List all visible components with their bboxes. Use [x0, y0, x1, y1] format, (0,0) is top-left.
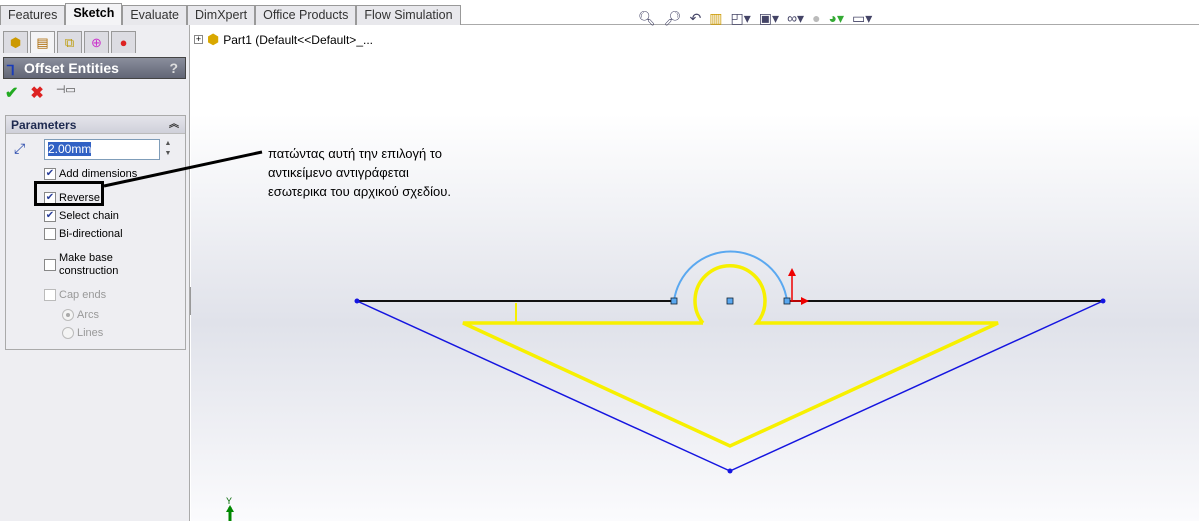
origin-x-arrowhead [801, 297, 809, 305]
offset-sketch-yellow[interactable] [463, 323, 998, 446]
annotation-leader-line [103, 150, 263, 188]
origin-y-arrowhead [788, 268, 796, 276]
arc-endpoint-right[interactable] [783, 297, 791, 305]
triad-y-label: Y [226, 496, 233, 506]
sketch-line-diagonal-right[interactable] [729, 300, 1104, 472]
sketch-line-diagonal-left[interactable] [356, 300, 731, 472]
vertex-right[interactable] [1100, 298, 1106, 304]
vertex-bottom[interactable] [727, 468, 733, 474]
arc-endpoint-left[interactable] [670, 297, 678, 305]
offset-sketch-path[interactable] [462, 264, 999, 448]
sketch-canvas [103, 150, 1106, 521]
arc-center-point[interactable] [726, 297, 734, 305]
triad-y-arrowhead [226, 505, 234, 512]
vertex-left[interactable] [354, 298, 360, 304]
sketch-arc[interactable] [673, 250, 788, 302]
